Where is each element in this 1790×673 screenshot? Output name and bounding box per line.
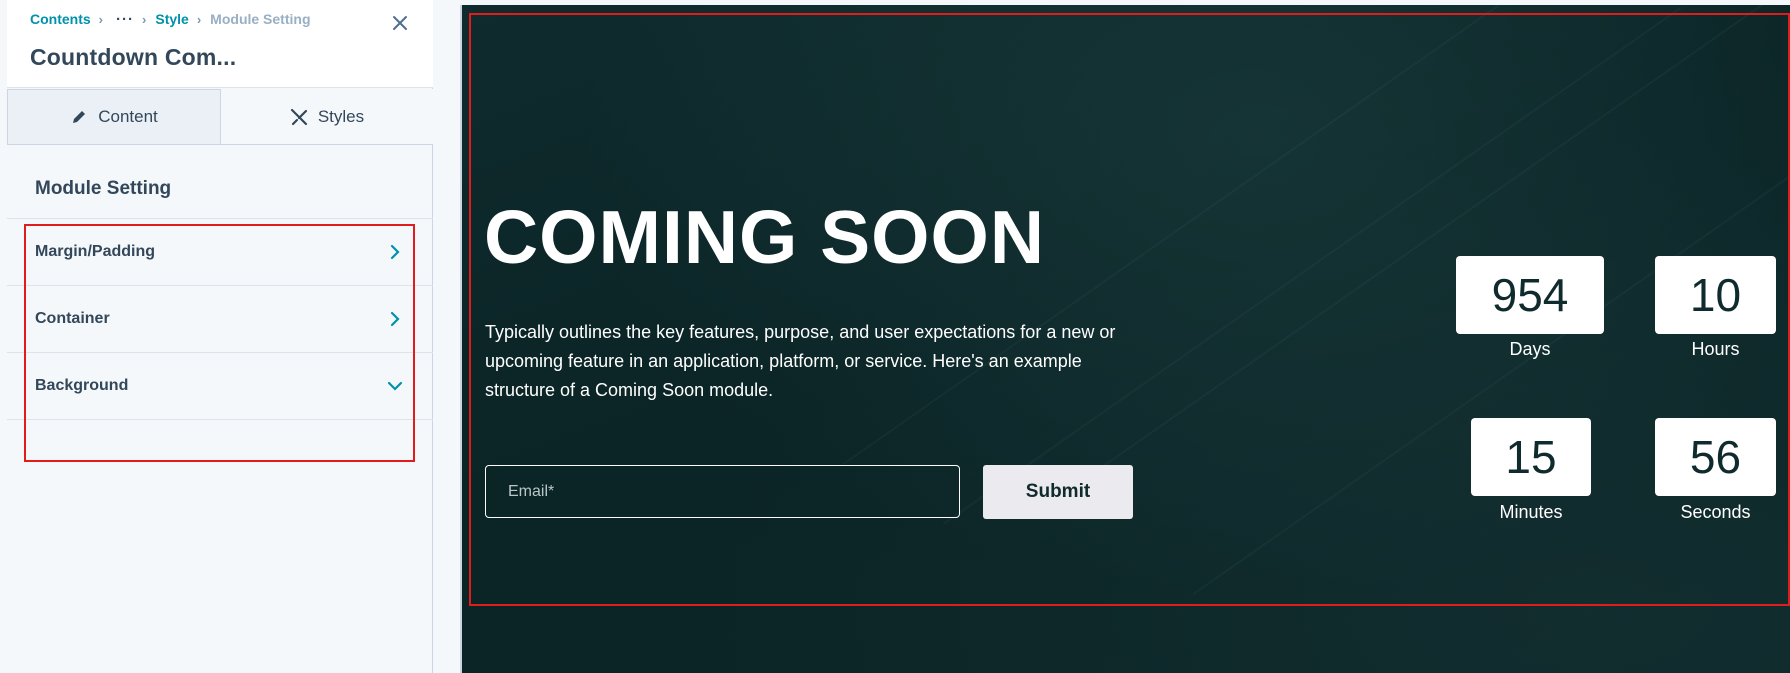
countdown-days-label: Days — [1509, 339, 1551, 359]
submit-button[interactable]: Submit — [983, 465, 1133, 519]
chevron-down-icon — [387, 378, 403, 394]
countdown-hours-value: 10 — [1655, 256, 1776, 334]
tab-content[interactable]: Content — [7, 89, 221, 144]
sidebar-panel: Contents › ··· › Style › Module Setting … — [7, 0, 433, 673]
description-text: Typically outlines the key features, pur… — [485, 322, 1116, 400]
email-field[interactable] — [485, 465, 960, 518]
chevron-right-icon — [387, 311, 403, 327]
tab-content-label: Content — [98, 107, 158, 126]
tab-styles[interactable]: Styles — [221, 89, 433, 144]
accordion-label: Container — [35, 310, 110, 327]
chevron-right-icon: › — [142, 11, 147, 27]
countdown-minutes-value: 15 — [1471, 418, 1591, 496]
sidebar-header: Contents › ··· › Style › Module Setting … — [7, 0, 433, 88]
countdown-days-value: 954 — [1456, 256, 1604, 334]
breadcrumb-contents[interactable]: Contents — [30, 11, 91, 27]
chevron-right-icon: › — [98, 11, 104, 27]
tab-styles-label: Styles — [317, 106, 365, 126]
accordion-label: Background — [35, 377, 129, 394]
accordion-container[interactable]: Container — [7, 286, 433, 353]
countdown-minutes-label: Minutes — [1499, 502, 1563, 522]
chevron-right-icon: › — [196, 11, 202, 27]
breadcrumb-current: Module Setting — [210, 11, 311, 27]
breadcrumb: Contents › ··· › Style › Module Setting — [30, 10, 311, 28]
page-title: COMING SOON — [484, 195, 1046, 279]
close-button[interactable] — [388, 11, 412, 35]
canvas-gutter — [434, 0, 460, 673]
breadcrumb-style[interactable]: Style — [155, 11, 188, 27]
accordion-label: Margin/Padding — [35, 243, 155, 260]
countdown-seconds-value: 56 — [1655, 418, 1776, 496]
brush-icon — [290, 108, 308, 126]
tab-bar: Content Styles — [7, 89, 433, 145]
countdown-hours-label: Hours — [1691, 339, 1740, 359]
accordion-background[interactable]: Background — [7, 353, 433, 420]
countdown-seconds-label: Seconds — [1680, 502, 1751, 522]
section-title: Module Setting — [35, 178, 172, 199]
chevron-right-icon — [387, 244, 403, 260]
panel-title: Countdown Com... — [30, 44, 237, 70]
pencil-icon — [70, 108, 88, 126]
settings-accordion: Margin/Padding Container Background — [7, 219, 433, 420]
close-icon — [393, 16, 407, 30]
accordion-margin-padding[interactable]: Margin/Padding — [7, 219, 433, 286]
breadcrumb-ellipsis[interactable]: ··· — [116, 11, 134, 28]
